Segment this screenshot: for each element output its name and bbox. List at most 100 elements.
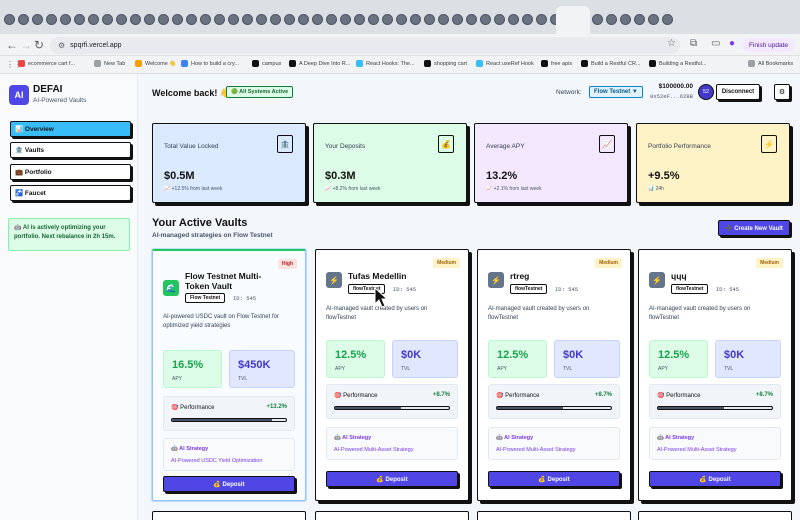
tab-favicon-icon[interactable] [466, 14, 477, 25]
vault-card-partial[interactable] [477, 511, 631, 520]
tab-favicon-icon[interactable] [592, 14, 603, 25]
sidebar-item-overview[interactable]: 📊 Overview [10, 121, 131, 137]
sidebar-item-portfolio[interactable]: 💼 Portfolio [10, 164, 131, 180]
tab-favicon-icon[interactable] [158, 14, 169, 25]
settings-icon[interactable]: ⚙ [774, 84, 790, 100]
create-vault-button[interactable]: ➕ Create New Vault [718, 220, 790, 236]
vault-card[interactable]: Medium ⚡ rtreg flowTestnet ID: 545 AI-managed… [477, 249, 631, 501]
bookmark-label: campus [262, 60, 282, 67]
star-icon[interactable]: ☆ [667, 38, 676, 49]
vault-id: ID: 545 [233, 295, 257, 302]
strategy-label: 🤖 AI Strategy [657, 435, 695, 441]
bookmark-item[interactable]: A Deep Dive Into R... [289, 60, 350, 67]
bookmark-item[interactable]: free apis [541, 60, 572, 67]
profile-icon[interactable]: ● [729, 38, 735, 49]
tab-favicon-icon[interactable] [452, 14, 463, 25]
bookmark-item[interactable]: shopping cart [424, 60, 467, 67]
tab-favicon-icon[interactable] [522, 14, 533, 25]
tab-favicon-icon[interactable] [284, 14, 295, 25]
tab-favicon-icon[interactable] [662, 14, 673, 25]
bookmark-item[interactable]: Building a Restful... [649, 60, 706, 67]
tab-favicon-icon[interactable] [648, 14, 659, 25]
stat-card: Your Deposits 💰 $0.3M 📈 +8.2% from last wee… [313, 123, 467, 203]
tab-favicon-icon[interactable] [326, 14, 337, 25]
tab-favicon-icon[interactable] [382, 14, 393, 25]
bookmark-item[interactable]: campus [252, 60, 281, 67]
tab-favicon-icon[interactable] [312, 14, 323, 25]
all-bookmarks[interactable]: All Bookmarks [748, 60, 793, 67]
tab-favicon-icon[interactable] [242, 14, 253, 25]
vault-card[interactable]: High 🌊 Flow Testnet Multi-Token Vault Flow … [152, 249, 306, 501]
deposit-button[interactable]: 💰 Deposit [649, 471, 781, 487]
bookmark-item[interactable]: New Tab [94, 60, 125, 67]
deposit-button[interactable]: 💰 Deposit [488, 471, 620, 487]
vault-card[interactable]: Medium ⚡ Tufas Medellin flowTestnet ID: 545 A… [315, 249, 469, 501]
bookmark-item[interactable]: How to build a cry... [181, 60, 239, 67]
vault-card-partial[interactable] [638, 511, 792, 520]
tab-favicon-icon[interactable] [32, 14, 43, 25]
tab-favicon-icon[interactable] [368, 14, 379, 25]
vault-card[interactable]: Medium ⚡ ɥɥɥ flowTestnet ID: 545 AI-managed v… [638, 249, 792, 501]
tab-favicon-icon[interactable] [116, 14, 127, 25]
avatar[interactable]: 52 [698, 84, 714, 100]
tab-favicon-icon[interactable] [396, 14, 407, 25]
tvl-box: $0K TVL [715, 340, 781, 378]
tab-favicon-icon[interactable] [144, 14, 155, 25]
sidebar-item-vaults[interactable]: 🏦 Vaults [10, 142, 131, 158]
tab-favicon-icon[interactable] [186, 14, 197, 25]
back-icon[interactable]: ← [6, 38, 18, 52]
tab-favicon-icon[interactable] [130, 14, 141, 25]
finish-update-button[interactable]: Finish update [742, 38, 796, 52]
bookmark-item[interactable]: ecommerce cart f... [18, 60, 75, 67]
bookmark-item[interactable]: React useRef Hook [476, 60, 534, 67]
bookmark-item[interactable]: React Hooks: The... [356, 60, 415, 67]
tab-favicon-icon[interactable] [354, 14, 365, 25]
tab-favicon-icon[interactable] [172, 14, 183, 25]
forward-icon[interactable]: → [20, 38, 32, 52]
tab-favicon-icon[interactable] [46, 14, 57, 25]
active-tab[interactable] [556, 6, 590, 34]
tab-favicon-icon[interactable] [340, 14, 351, 25]
risk-badge: Medium [433, 258, 460, 268]
tab-favicon-icon[interactable] [102, 14, 113, 25]
tab-favicon-icon[interactable] [18, 14, 29, 25]
ai-status-note: 🤖 AI is actively optimizing your portfol… [8, 218, 130, 251]
tab-favicon-icon[interactable] [214, 14, 225, 25]
tab-favicon-icon[interactable] [88, 14, 99, 25]
disconnect-button[interactable]: Disconnect [716, 84, 760, 100]
strategy-label: 🤖 AI Strategy [334, 435, 372, 441]
tab-favicon-icon[interactable] [494, 14, 505, 25]
tab-favicon-icon[interactable] [256, 14, 267, 25]
tab-favicon-icon[interactable] [620, 14, 631, 25]
cast-icon[interactable]: ▭ [711, 38, 720, 49]
tab-favicon-icon[interactable] [200, 14, 211, 25]
bookmark-favicon-icon [18, 60, 25, 67]
tab-favicon-icon[interactable] [480, 14, 491, 25]
tab-favicon-icon[interactable] [536, 14, 547, 25]
address-bar[interactable]: ⚙ spqrfi.vercel.app [50, 37, 680, 54]
tab-favicon-icon[interactable] [60, 14, 71, 25]
vault-card-partial[interactable] [152, 511, 306, 520]
tab-favicon-icon[interactable] [438, 14, 449, 25]
deposit-button[interactable]: 💰 Deposit [163, 476, 295, 492]
sidebar-item-faucet[interactable]: 🚰 Faucet [10, 185, 131, 201]
tab-favicon-icon[interactable] [270, 14, 281, 25]
tab-favicon-icon[interactable] [410, 14, 421, 25]
deposit-button[interactable]: 💰 Deposit [326, 471, 458, 487]
site-info-icon[interactable]: ⚙ [58, 41, 65, 50]
tab-favicon-icon[interactable] [4, 14, 15, 25]
welcome-heading: Welcome back! 👋 [152, 88, 232, 98]
bookmark-item[interactable]: Build a Restful CR... [581, 60, 641, 67]
vault-name: Tufas Medellin [348, 271, 407, 281]
reload-icon[interactable]: ↻ [34, 38, 44, 52]
bookmark-item[interactable]: Welcome 👋 [135, 60, 176, 67]
tab-favicon-icon[interactable] [424, 14, 435, 25]
tab-favicon-icon[interactable] [508, 14, 519, 25]
vault-card-partial[interactable] [315, 511, 469, 520]
extensions-icon[interactable]: ⧉ [690, 38, 697, 49]
tab-favicon-icon[interactable] [298, 14, 309, 25]
tab-favicon-icon[interactable] [634, 14, 645, 25]
tab-favicon-icon[interactable] [606, 14, 617, 25]
tab-favicon-icon[interactable] [74, 14, 85, 25]
tab-favicon-icon[interactable] [228, 14, 239, 25]
